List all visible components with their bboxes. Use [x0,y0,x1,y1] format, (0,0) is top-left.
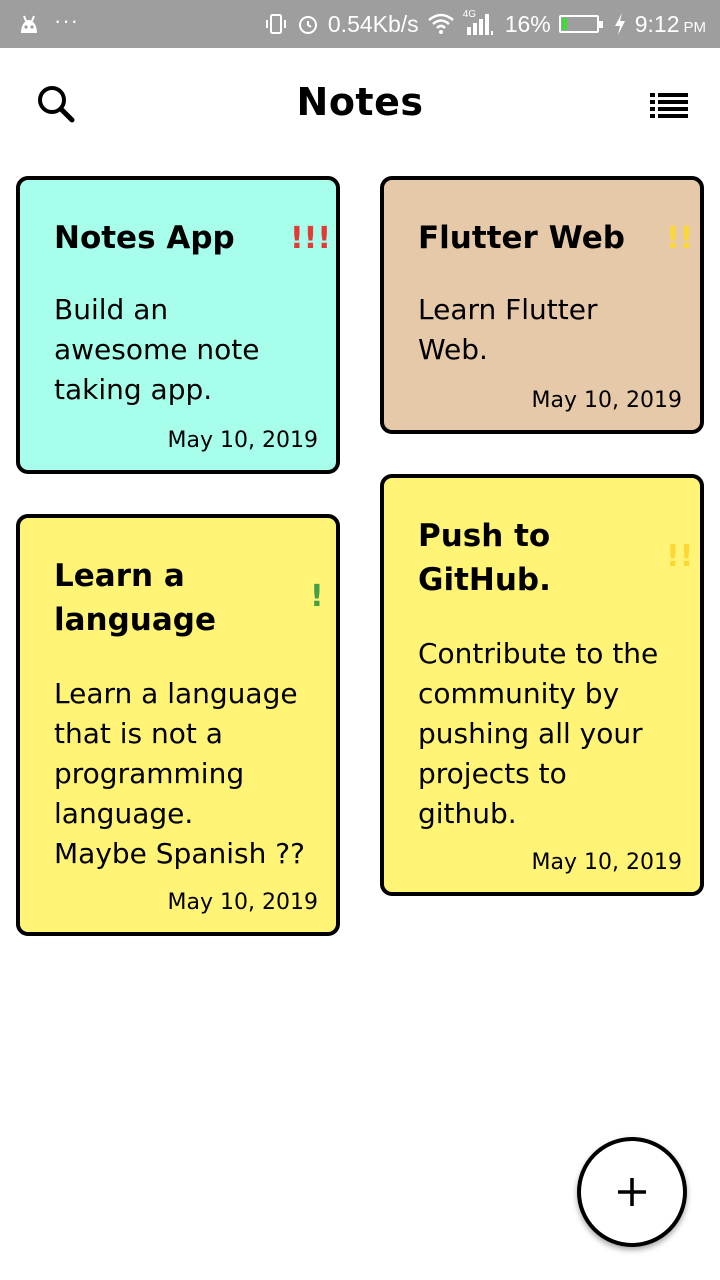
note-card[interactable]: Notes App !!! Build an awesome note taki… [16,176,340,474]
notification-overflow-dots: ··· [54,8,79,33]
wifi-icon [427,13,454,34]
note-body: Build an awesome note taking app. [54,293,260,406]
signal-icon [466,14,493,35]
list-view-icon [650,93,688,118]
note-priority: !!! [290,221,332,256]
note-date: May 10, 2019 [531,850,682,875]
status-bar-right: 0.54Kb/s 4G 16% 9:12 PM [264,8,706,40]
note-date: May 10, 2019 [531,388,682,413]
signal-indicator: 4G [463,9,497,37]
note-priority: ! [310,579,324,614]
list-view-button[interactable] [642,76,698,132]
status-bar: ··· 0.54Kb/s 4G 16% 9:12 PM [0,0,720,48]
battery-icon [558,15,603,33]
clock-time: 9:12 [634,10,680,37]
alarm-icon [298,16,317,34]
app-bar: Notes [0,48,720,160]
note-body: Contribute to the community by pushing a… [418,637,659,830]
clock-ampm: PM [683,18,707,36]
note-title: Flutter Web [418,220,625,256]
note-priority: !! [666,539,694,574]
note-title: Notes App [54,220,235,256]
vibrate-icon [265,14,286,34]
note-title: Learn a language [54,558,217,638]
add-note-button[interactable] [577,1137,687,1247]
note-date: May 10, 2019 [167,890,318,915]
android-icon [21,15,37,33]
note-card[interactable]: Learn a language ! Learn a language that… [16,514,340,936]
battery-percent: 16% [504,10,551,37]
battery-level [561,18,567,30]
note-card[interactable]: Push to GitHub. !! Contribute to the com… [380,474,704,896]
network-speed: 0.54Kb/s [327,10,419,37]
note-body: Learn Flutter Web. [418,293,598,366]
page-title: Notes [296,80,424,124]
note-title: Push to GitHub. [418,518,551,598]
status-bar-left: ··· [18,10,79,38]
note-body: Learn a language that is not a programmi… [54,677,305,870]
plus-icon [618,1178,646,1206]
charging-icon [614,13,625,35]
note-priority: !! [666,221,694,256]
note-date: May 10, 2019 [167,428,318,453]
note-card[interactable]: Flutter Web !! Learn Flutter Web. May 10… [380,176,704,434]
